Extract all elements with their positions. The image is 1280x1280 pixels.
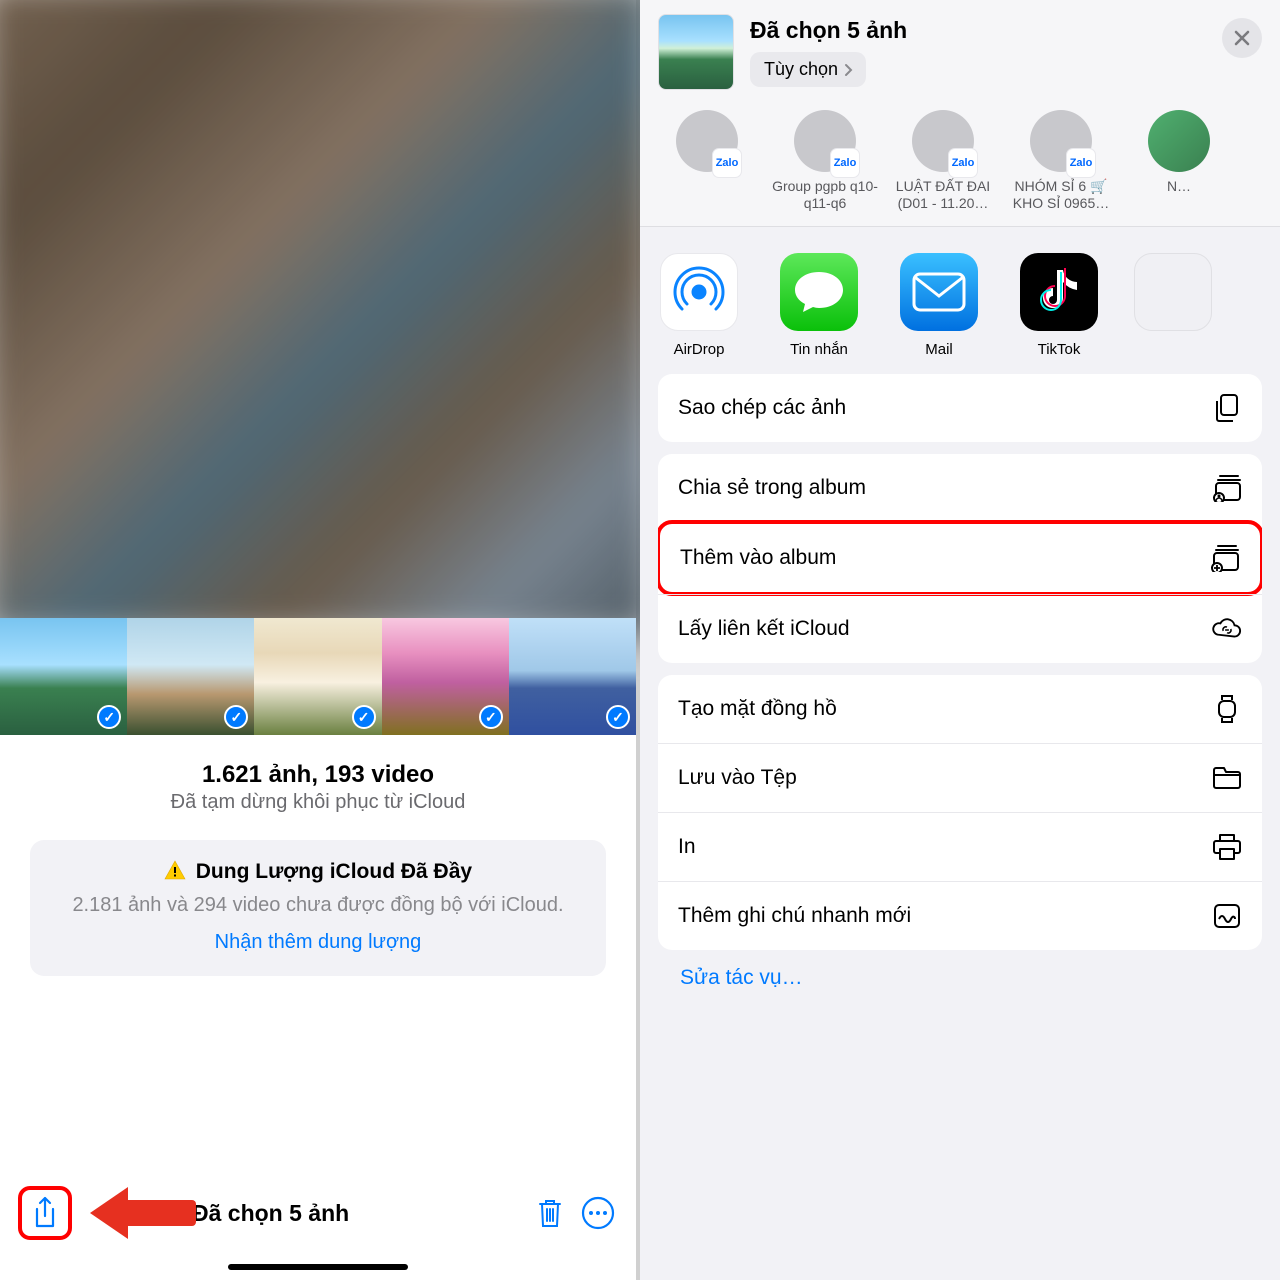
action-group: Sao chép các ảnh <box>658 374 1262 442</box>
alert-body: 2.181 ảnh và 294 video chưa được đồng bộ… <box>54 892 582 919</box>
photos-app-panel: 1.621 ảnh, 193 video Đã tạm dừng khôi ph… <box>0 0 640 1280</box>
apps-row[interactable]: AirDrop Tin nhắn Mail TikTok <box>640 227 1280 366</box>
action-group: Tạo mặt đồng hồ Lưu vào Tệp In Thêm ghi … <box>658 675 1262 950</box>
zalo-badge-icon: Zalo <box>948 148 978 178</box>
get-more-storage-link[interactable]: Nhận thêm dung lượng <box>54 931 582 954</box>
selected-check-icon <box>352 705 376 729</box>
icloud-link-icon <box>1212 614 1242 644</box>
photo-grid-blurred <box>0 0 656 638</box>
contact-item[interactable]: Zalo <box>648 110 766 212</box>
print-action[interactable]: In <box>658 812 1262 881</box>
contact-item[interactable]: Zalo Group pgpb q10-q11-q6 <box>766 110 884 212</box>
app-tiktok[interactable]: TikTok <box>1014 253 1104 358</box>
add-album-icon <box>1210 543 1240 573</box>
selected-thumbnails-row <box>0 618 636 735</box>
share-album-icon <box>1212 473 1242 503</box>
edit-actions-link[interactable]: Sửa tác vụ… <box>658 962 1262 994</box>
app-mail[interactable]: Mail <box>894 253 984 358</box>
zalo-badge-icon: Zalo <box>712 148 742 178</box>
more-apps-icon <box>1134 253 1212 331</box>
alert-title: Dung Lượng iCloud Đã Đầy <box>54 860 582 884</box>
app-more[interactable] <box>1134 253 1164 358</box>
selected-check-icon <box>479 705 503 729</box>
folder-icon <box>1212 763 1242 793</box>
app-messages[interactable]: Tin nhắn <box>774 253 864 358</box>
thumbnail[interactable] <box>509 618 636 735</box>
thumbnail[interactable] <box>382 618 509 735</box>
zalo-badge-icon: Zalo <box>1066 148 1096 178</box>
add-quick-note-action[interactable]: Thêm ghi chú nhanh mới <box>658 881 1262 950</box>
share-button[interactable] <box>18 1186 72 1240</box>
actions-section: Sao chép các ảnh Chia sẻ trong album Thê… <box>640 366 1280 1014</box>
thumbnail[interactable] <box>254 618 381 735</box>
share-sheet-header: Đã chọn 5 ảnh Tùy chọn <box>640 0 1280 106</box>
selection-count-label: Đã chọn 5 ảnh <box>192 1200 349 1227</box>
copy-photos-action[interactable]: Sao chép các ảnh <box>658 374 1262 442</box>
header-thumbnail <box>658 14 734 90</box>
copy-icon <box>1212 393 1242 423</box>
icloud-storage-alert[interactable]: Dung Lượng iCloud Đã Đầy 2.181 ảnh và 29… <box>30 840 606 976</box>
more-button[interactable] <box>578 1193 618 1233</box>
annotation-arrow <box>90 1189 200 1237</box>
share-sheet-panel: Đã chọn 5 ảnh Tùy chọn Zalo Zalo Group p… <box>640 0 1280 1280</box>
thumbnail[interactable] <box>0 618 127 735</box>
add-to-album-action[interactable]: Thêm vào album <box>660 524 1260 592</box>
print-icon <box>1212 832 1242 862</box>
tiktok-icon <box>1020 253 1098 331</box>
thumbnail[interactable] <box>127 618 254 735</box>
home-indicator[interactable] <box>228 1264 408 1270</box>
contact-item[interactable]: Zalo NHÓM SỈ 6 🛒 KHO SỈ 0965… <box>1002 110 1120 212</box>
annotation-highlight: Thêm vào album <box>658 520 1262 596</box>
action-group: Chia sẻ trong album Thêm vào album Lấy l… <box>658 454 1262 663</box>
note-icon <box>1212 901 1242 931</box>
sheet-title: Đã chọn 5 ảnh <box>750 17 1206 44</box>
messages-icon <box>780 253 858 331</box>
library-count: 1.621 ảnh, 193 video Đã tạm dừng khôi ph… <box>0 735 636 832</box>
selected-check-icon <box>224 705 248 729</box>
airdrop-icon <box>660 253 738 331</box>
trash-button[interactable] <box>530 1193 570 1233</box>
close-button[interactable] <box>1222 18 1262 58</box>
contact-item[interactable]: Zalo LUẬT ĐẤT ĐAI (D01 - 11.20… <box>884 110 1002 212</box>
mail-icon <box>900 253 978 331</box>
contact-item[interactable]: N… <box>1120 110 1238 212</box>
create-watch-face-action[interactable]: Tạo mặt đồng hồ <box>658 675 1262 743</box>
selected-check-icon <box>606 705 630 729</box>
count-sub-text: Đã tạm dừng khôi phục từ iCloud <box>20 791 616 814</box>
contacts-row[interactable]: Zalo Zalo Group pgpb q10-q11-q6 Zalo LUẬ… <box>640 106 1280 227</box>
watch-icon <box>1212 694 1242 724</box>
selected-check-icon <box>97 705 121 729</box>
save-to-files-action[interactable]: Lưu vào Tệp <box>658 743 1262 812</box>
app-airdrop[interactable]: AirDrop <box>654 253 744 358</box>
count-main-text: 1.621 ảnh, 193 video <box>20 761 616 789</box>
share-in-album-action[interactable]: Chia sẻ trong album <box>658 454 1262 522</box>
icloud-link-action[interactable]: Lấy liên kết iCloud <box>658 594 1262 663</box>
options-button[interactable]: Tùy chọn <box>750 52 866 87</box>
zalo-badge-icon: Zalo <box>830 148 860 178</box>
warning-icon <box>164 860 186 880</box>
